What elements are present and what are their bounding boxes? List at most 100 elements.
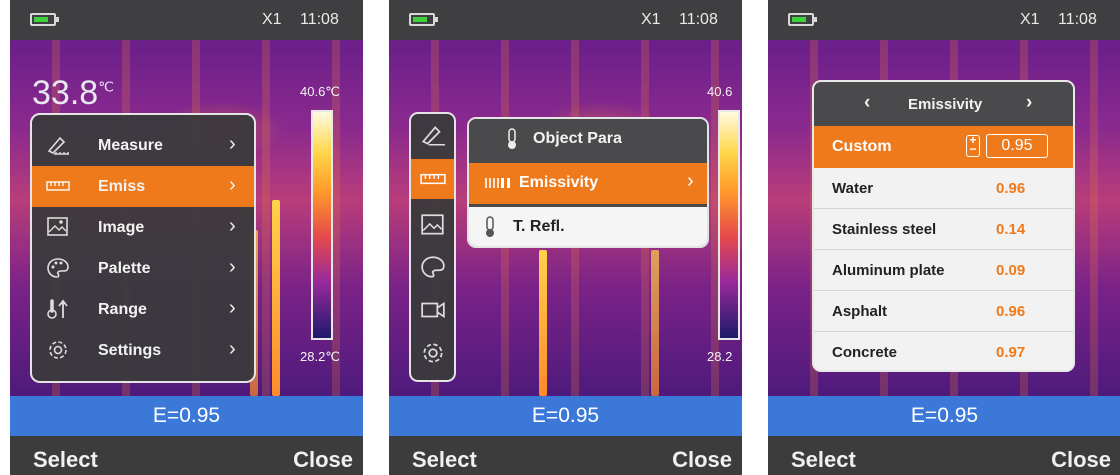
- chevron-left-icon[interactable]: ‹: [864, 92, 870, 114]
- softkey-bar: Select Close: [389, 436, 742, 475]
- screen-emissivity-submenu: X1 11:08 40.6 28.2 Object Para Emissivit…: [389, 0, 742, 475]
- emissivity-panel: ‹ Emissivity › Custom + − 0.95 Water 0.96…: [812, 80, 1075, 372]
- softkey-bar: Select Close: [10, 436, 363, 475]
- battery-icon: [30, 13, 59, 26]
- material-value: 0.97: [996, 344, 1026, 361]
- scale-max-temp: 40.6℃: [300, 84, 340, 99]
- submenu-label: Object Para: [533, 130, 622, 147]
- main-menu: Measure › Emiss › Image › Palette › Rang…: [30, 113, 256, 383]
- material-name: Water: [832, 180, 874, 197]
- menu-item-image[interactable]: Image ›: [32, 207, 254, 248]
- material-row[interactable]: Concrete 0.97: [814, 332, 1073, 370]
- gear-icon: [49, 341, 67, 359]
- select-softkey[interactable]: Select: [412, 447, 477, 473]
- status-bar: X1 11:08: [389, 0, 742, 40]
- custom-label: Custom: [832, 138, 892, 155]
- chevron-right-icon: ›: [687, 170, 694, 192]
- chevron-right-icon: ›: [229, 338, 236, 360]
- color-scale-bar: [311, 110, 333, 340]
- select-softkey[interactable]: Select: [791, 447, 856, 473]
- material-name: Stainless steel: [832, 221, 937, 238]
- softkey-bar: Select Close: [768, 436, 1120, 475]
- custom-emissivity-value[interactable]: 0.95: [986, 134, 1048, 158]
- submenu-label: T. Refl.: [513, 218, 565, 235]
- close-softkey[interactable]: Close: [672, 447, 732, 473]
- submenu-item-t-refl[interactable]: T. Refl.: [469, 207, 707, 246]
- material-row[interactable]: Stainless steel 0.14: [814, 209, 1073, 250]
- chevron-right-icon: ›: [229, 297, 236, 319]
- scale-min-temp: 28.2℃: [300, 349, 340, 364]
- material-value: 0.96: [996, 303, 1026, 320]
- gear-icon[interactable]: [420, 340, 446, 366]
- menu-label: Settings: [98, 342, 162, 359]
- chevron-right-icon: ›: [229, 133, 236, 155]
- clock: 11:08: [300, 11, 339, 28]
- image-icon[interactable]: [420, 212, 446, 238]
- plus-minus-stepper-icon[interactable]: + −: [966, 134, 980, 157]
- range-icon: [47, 299, 68, 319]
- material-name: Aluminum plate: [832, 262, 945, 279]
- measure-icon[interactable]: [420, 122, 446, 148]
- status-bar: X1 11:08: [10, 0, 363, 40]
- zoom-level: X1: [262, 11, 282, 28]
- menu-item-measure[interactable]: Measure ›: [32, 125, 254, 166]
- material-row[interactable]: Aluminum plate 0.09: [814, 250, 1073, 291]
- material-row[interactable]: Asphalt 0.96: [814, 291, 1073, 332]
- emissivity-readout: E=0.95: [389, 396, 742, 436]
- zoom-level: X1: [1020, 11, 1040, 28]
- chevron-right-icon[interactable]: ›: [1026, 92, 1032, 114]
- submenu-item-emissivity[interactable]: Emissivity ›: [469, 163, 707, 204]
- menu-label: Palette: [98, 260, 151, 277]
- image-icon: [47, 217, 68, 236]
- emissivity-icon[interactable]: [420, 166, 446, 192]
- panel-title: Emissivity: [908, 96, 983, 113]
- object-para-submenu: Object Para Emissivity › T. Refl.: [467, 117, 709, 248]
- emissivity-readout: E=0.95: [768, 396, 1120, 436]
- emissivity-header: ‹ Emissivity ›: [814, 82, 1073, 126]
- object-para-header[interactable]: Object Para: [469, 119, 707, 160]
- close-softkey[interactable]: Close: [293, 447, 353, 473]
- material-name: Concrete: [832, 344, 898, 361]
- battery-icon: [788, 13, 817, 26]
- clock: 11:08: [679, 11, 718, 28]
- material-row[interactable]: Water 0.96: [814, 168, 1073, 209]
- emissivity-icon: [46, 181, 70, 191]
- status-bar: X1 11:08: [768, 0, 1120, 40]
- material-value: 0.96: [996, 180, 1026, 197]
- screen-emissivity-table: X1 11:08 ‹ Emissivity › Custom + − 0.95 W…: [768, 0, 1120, 475]
- video-icon[interactable]: [420, 297, 446, 323]
- screen-main-menu: X1 11:08 33.8℃ 40.6℃ 28.2℃ Measure › Emi…: [10, 0, 363, 475]
- zoom-level: X1: [641, 11, 661, 28]
- thermometer-icon: [508, 128, 516, 149]
- menu-item-emiss[interactable]: Emiss ›: [32, 166, 254, 207]
- chevron-right-icon: ›: [229, 174, 236, 196]
- battery-icon: [409, 13, 438, 26]
- material-name: Asphalt: [832, 303, 888, 320]
- color-scale-bar: [718, 110, 740, 340]
- menu-label: Range: [98, 301, 147, 318]
- menu-item-palette[interactable]: Palette ›: [32, 248, 254, 289]
- palette-icon[interactable]: [420, 254, 446, 280]
- measure-icon: [47, 136, 69, 155]
- palette-icon: [47, 258, 69, 278]
- menu-label: Emiss: [98, 178, 146, 195]
- scale-max-temp: 40.6: [707, 84, 733, 99]
- material-value: 0.14: [996, 221, 1026, 238]
- custom-emissivity-row[interactable]: Custom + − 0.95: [814, 126, 1073, 168]
- menu-item-range[interactable]: Range ›: [32, 289, 254, 330]
- menu-item-settings[interactable]: Settings ›: [32, 330, 254, 371]
- select-softkey[interactable]: Select: [33, 447, 98, 473]
- emissivity-icon: [485, 178, 510, 188]
- menu-label: Image: [98, 219, 145, 236]
- thermometer-icon: [486, 216, 494, 237]
- menu-icon-strip: [409, 112, 456, 382]
- chevron-right-icon: ›: [229, 256, 236, 278]
- scale-min-temp: 28.2: [707, 349, 733, 364]
- clock: 11:08: [1058, 11, 1097, 28]
- chevron-right-icon: ›: [229, 215, 236, 237]
- submenu-label: Emissivity: [519, 174, 599, 191]
- menu-label: Measure: [98, 137, 163, 154]
- emissivity-readout: E=0.95: [10, 396, 363, 436]
- close-softkey[interactable]: Close: [1051, 447, 1111, 473]
- center-temperature: 33.8℃: [32, 74, 114, 112]
